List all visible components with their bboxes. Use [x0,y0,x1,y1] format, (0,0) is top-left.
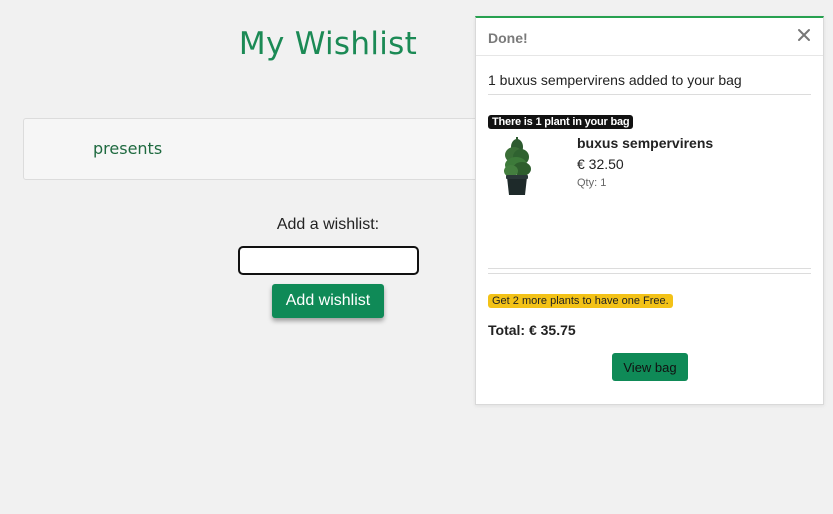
toast-message: 1 buxus sempervirens added to your bag [488,72,742,88]
wishlist-link-presents[interactable]: presents [93,139,162,158]
add-wishlist-button[interactable]: Add wishlist [272,284,384,318]
product-price: € 32.50 [577,156,624,172]
product-qty: Qty: 1 [577,177,607,189]
divider [488,273,811,274]
add-wishlist-label: Add a wishlist: [276,216,380,233]
promo-badge: Get 2 more plants to have one Free. [488,294,673,308]
bag-count-badge: There is 1 plant in your bag [488,115,634,129]
toast-header: Done! [476,18,823,56]
close-icon[interactable] [795,26,813,44]
added-to-bag-toast: Done! 1 buxus sempervirens added to your… [475,16,824,405]
divider [488,94,811,95]
wishlist-name-input[interactable] [238,246,419,275]
product-name: buxus sempervirens [577,135,714,151]
view-bag-button[interactable]: View bag [612,353,688,381]
divider [488,268,811,269]
wishlist-card: presents [23,118,503,180]
potted-plant-icon [494,133,540,199]
toast-title: Done! [488,30,528,46]
bag-total: Total: € 35.75 [488,322,576,338]
